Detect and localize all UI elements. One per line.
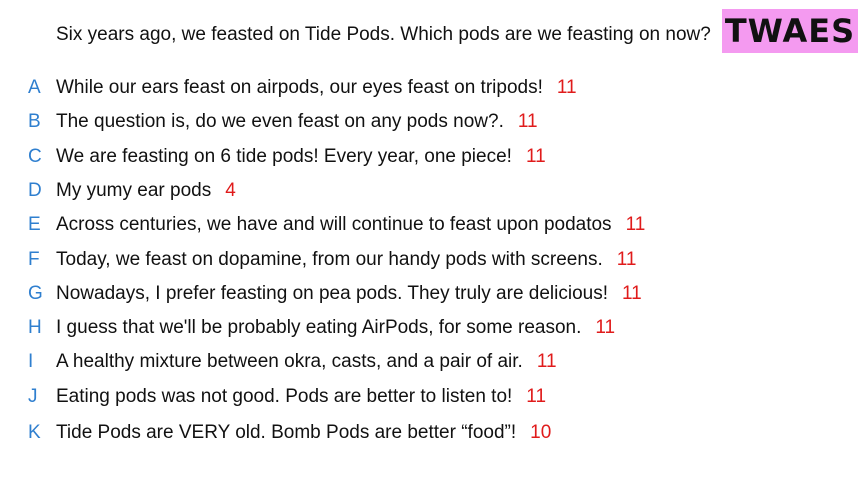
answer-letter: G [28,283,43,304]
answer-score: 11 [517,111,538,132]
answer-score: 11 [622,283,642,304]
answer-score: 11 [625,214,646,235]
answer-score: 11 [616,249,637,270]
answer-score: 11 [536,351,557,372]
answer-score: 11 [595,317,616,338]
answer-text: Nowadays, I prefer feasting on pea pods.… [56,283,609,304]
answer-text: We are feasting on 6 tide pods! Every ye… [56,146,512,167]
answer-letter: A [28,77,41,98]
answer-text: Eating pods was not good. Pods are bette… [56,386,513,407]
answer-letter: C [28,146,42,167]
answer-score: 11 [556,77,577,98]
answer-score: 10 [530,422,552,443]
answer-text: My yumy ear pods [56,180,212,201]
answer-letter: H [28,317,42,338]
answer-letter: I [28,351,34,372]
answer-text: Across centuries, we have and will conti… [56,214,612,235]
answer-text: While our ears feast on airpods, our eye… [56,77,543,98]
answer-score: 11 [526,386,547,407]
answer-text: A healthy mixture between okra, casts, a… [56,351,523,372]
answer-text: I guess that we'll be probably eating Ai… [56,317,582,338]
answer-letter: F [28,249,40,270]
answer-letter: E [28,214,41,235]
answer-text: Today, we feast on dopamine, from our ha… [56,249,603,270]
answer-score: 4 [225,180,236,201]
answer-letter: J [28,386,38,407]
answer-list: A While our ears feast on airpods, our e… [0,0,864,482]
answer-letter: K [28,422,41,443]
answer-letter: D [28,180,42,201]
answer-text: The question is, do we even feast on any… [56,111,504,132]
answer-text: Tide Pods are VERY old. Bomb Pods are be… [56,422,517,443]
answer-letter: B [28,111,41,132]
answer-score: 11 [525,146,546,167]
